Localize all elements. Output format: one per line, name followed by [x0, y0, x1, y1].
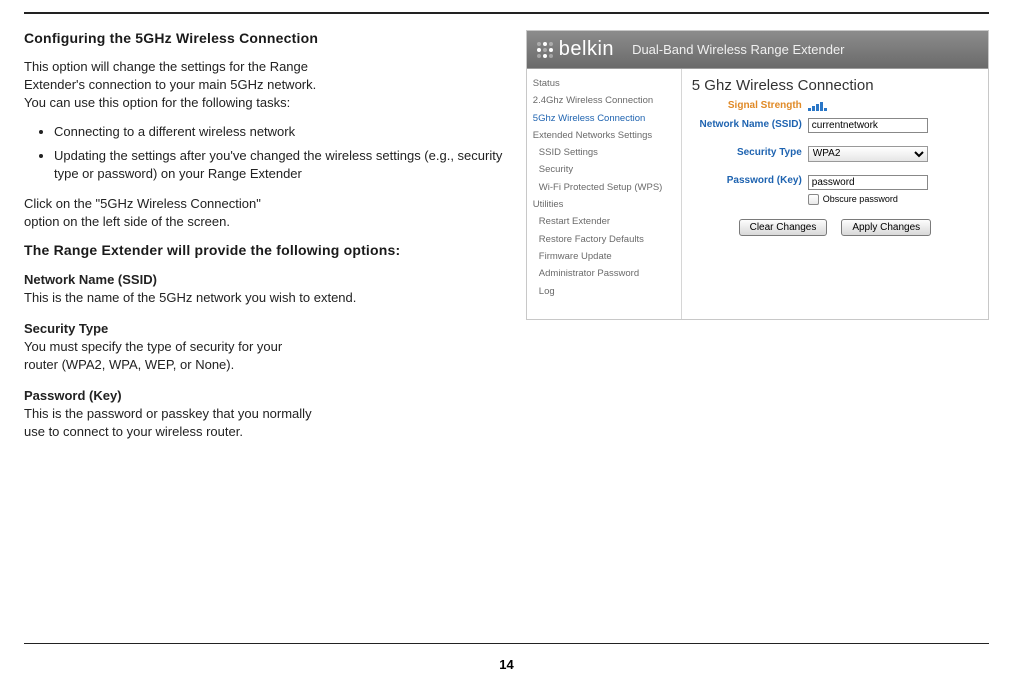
intro-line: You can use this option for the followin…	[24, 95, 290, 110]
bottom-rule	[24, 643, 989, 644]
list-item: Connecting to a different wireless netwo…	[54, 123, 512, 141]
apply-changes-button[interactable]: Apply Changes	[841, 219, 931, 236]
intro-line: Extender's connection to your main 5GHz …	[24, 77, 316, 92]
clear-changes-button[interactable]: Clear Changes	[739, 219, 828, 236]
list-item: Updating the settings after you've chang…	[54, 147, 512, 183]
task-list: Connecting to a different wireless netwo…	[24, 123, 512, 184]
password-text: This is the password or passkey that you…	[24, 405, 512, 441]
obscure-label: Obscure password	[823, 194, 898, 204]
pwd-line: use to connect to your wireless router.	[24, 424, 243, 439]
brand-word: belkin	[559, 38, 614, 61]
content-area: 5 Ghz Wireless Connection Signal Strengt…	[682, 69, 988, 319]
ssid-input[interactable]	[808, 118, 928, 133]
page-wrap: Configuring the 5GHz Wireless Connection…	[0, 14, 1013, 451]
nav-utilities[interactable]: Utilities	[527, 196, 681, 213]
brand: belkin	[537, 38, 632, 61]
header-subtitle: Dual-Band Wireless Range Extender	[632, 42, 844, 57]
password-row: Password (Key)	[692, 172, 978, 190]
obscure-row: Obscure password	[808, 194, 978, 205]
sec-line: router (WPA2, WPA, WEP, or None).	[24, 357, 234, 372]
signal-label: Signal Strength	[692, 100, 802, 111]
intro-line: This option will change the settings for…	[24, 59, 308, 74]
ssid-text: This is the name of the 5GHz network you…	[24, 289, 512, 307]
ssid-input-wrap	[808, 115, 928, 133]
button-row: Clear Changes Apply Changes	[692, 219, 978, 236]
security-text: You must specify the type of security fo…	[24, 338, 512, 374]
click-text: Click on the "5GHz Wireless Connection" …	[24, 195, 512, 231]
nav-security[interactable]: Security	[527, 161, 681, 178]
sectype-label: Security Type	[692, 147, 802, 158]
nav-admin-password[interactable]: Administrator Password	[527, 265, 681, 282]
nav-status[interactable]: Status	[527, 75, 681, 92]
section-heading: Configuring the 5GHz Wireless Connection	[24, 30, 512, 46]
content-title: 5 Ghz Wireless Connection	[692, 77, 978, 94]
password-label: Password (Key)	[692, 175, 802, 186]
pwd-line: This is the password or passkey that you…	[24, 406, 312, 421]
sectype-select[interactable]: WPA2	[808, 146, 928, 162]
password-subhead: Password (Key)	[24, 388, 512, 403]
obscure-checkbox[interactable]	[808, 194, 819, 205]
click-line: option on the left side of the screen.	[24, 214, 230, 229]
nav-5ghz[interactable]: 5Ghz Wireless Connection	[527, 110, 681, 127]
brand-dots-icon	[537, 42, 553, 58]
sec-line: You must specify the type of security fo…	[24, 339, 282, 354]
security-subhead: Security Type	[24, 321, 512, 336]
sectype-row: Security Type WPA2	[692, 143, 978, 162]
admin-body: Status 2.4Ghz Wireless Connection 5Ghz W…	[527, 69, 988, 319]
nav-firmware[interactable]: Firmware Update	[527, 248, 681, 265]
nav-24ghz[interactable]: 2.4Ghz Wireless Connection	[527, 92, 681, 109]
left-column: Configuring the 5GHz Wireless Connection…	[24, 30, 526, 451]
admin-header: belkin Dual-Band Wireless Range Extender	[527, 31, 988, 69]
intro-text: This option will change the settings for…	[24, 58, 512, 113]
admin-panel: belkin Dual-Band Wireless Range Extender…	[526, 30, 989, 320]
password-input-wrap	[808, 172, 928, 190]
click-line: Click on the "5GHz Wireless Connection"	[24, 196, 261, 211]
sectype-select-wrap: WPA2	[808, 143, 928, 162]
page-number: 14	[0, 657, 1013, 672]
ssid-subhead: Network Name (SSID)	[24, 272, 512, 287]
signal-row: Signal Strength	[692, 100, 978, 111]
nav-restart[interactable]: Restart Extender	[527, 213, 681, 230]
nav-ssid-settings[interactable]: SSID Settings	[527, 144, 681, 161]
nav-wps[interactable]: Wi-Fi Protected Setup (WPS)	[527, 179, 681, 196]
nav-restore[interactable]: Restore Factory Defaults	[527, 231, 681, 248]
password-input[interactable]	[808, 175, 928, 190]
right-column: belkin Dual-Band Wireless Range Extender…	[526, 30, 989, 451]
options-heading: The Range Extender will provide the foll…	[24, 242, 512, 258]
signal-bars-icon	[808, 101, 827, 111]
ssid-label: Network Name (SSID)	[692, 119, 802, 130]
ssid-row: Network Name (SSID)	[692, 115, 978, 133]
sidebar-nav: Status 2.4Ghz Wireless Connection 5Ghz W…	[527, 69, 682, 319]
nav-log[interactable]: Log	[527, 283, 681, 300]
nav-ext-settings[interactable]: Extended Networks Settings	[527, 127, 681, 144]
